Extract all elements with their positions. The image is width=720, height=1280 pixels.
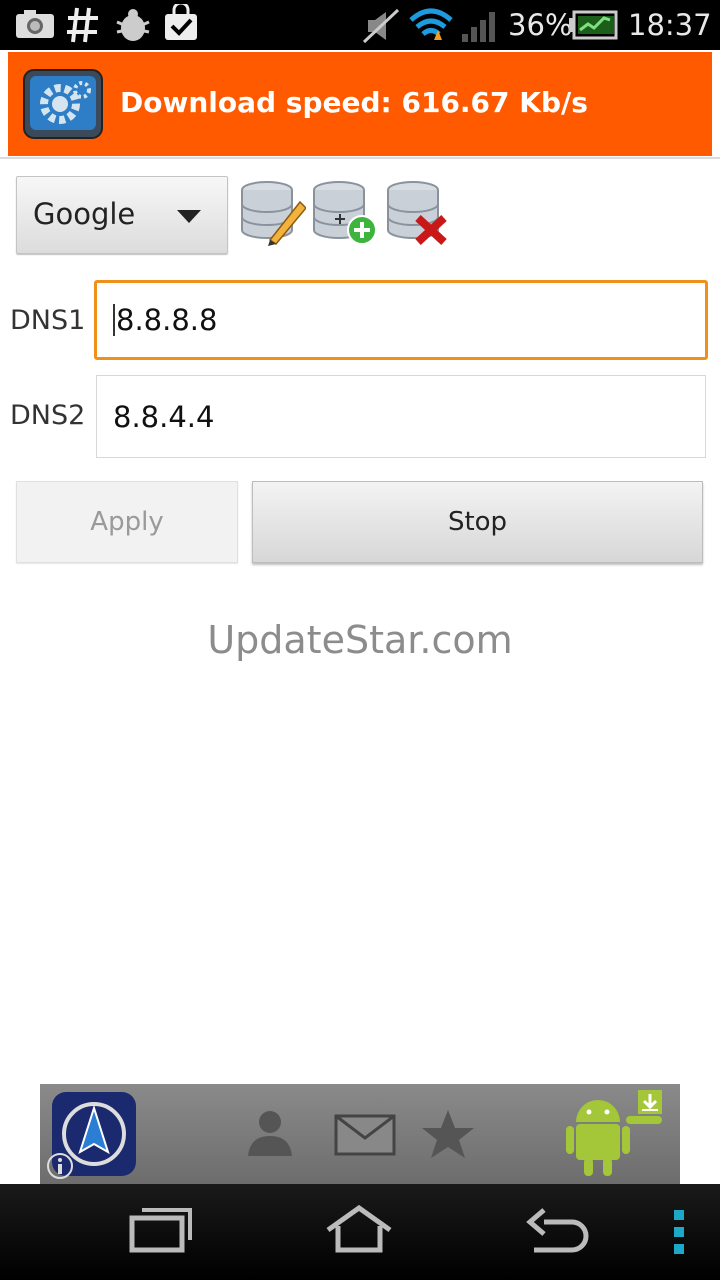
dns2-field[interactable]: 8.8.4.4 (96, 375, 706, 458)
watermark: UpdateStar.com (207, 618, 513, 662)
add-database-icon[interactable] (312, 180, 380, 246)
header-divider (0, 157, 720, 159)
star-icon[interactable] (420, 1108, 476, 1160)
nav-bar (0, 1184, 720, 1280)
dns2-label: DNS2 (10, 400, 86, 431)
menu-icon[interactable] (672, 1208, 688, 1256)
edit-database-icon[interactable] (240, 180, 306, 246)
recent-apps-icon[interactable] (128, 1204, 192, 1256)
provider-selected: Google (33, 197, 136, 231)
status-bar: 36% 18:37 (0, 0, 720, 50)
back-icon[interactable] (526, 1204, 592, 1256)
dns2-value: 8.8.4.4 (113, 399, 215, 434)
shopping-bag-check-icon (165, 4, 197, 40)
mute-icon (362, 8, 400, 44)
signal-icon (462, 12, 495, 42)
provider-dropdown[interactable]: Google (16, 176, 228, 254)
battery-percent: 36% (508, 8, 573, 42)
screenshot-icon (16, 10, 54, 38)
apply-button[interactable]: Apply (16, 481, 238, 563)
text-caret (113, 304, 115, 336)
wifi-icon (409, 8, 453, 40)
chevron-down-icon (177, 210, 201, 223)
hash-icon (67, 7, 98, 43)
home-icon[interactable] (324, 1204, 394, 1256)
stop-button[interactable]: Stop (252, 481, 703, 563)
bug-icon (116, 9, 150, 41)
gear-settings-icon (23, 69, 103, 139)
mail-icon[interactable] (334, 1114, 396, 1156)
ad-banner[interactable] (40, 1084, 680, 1184)
dns1-label: DNS1 (10, 305, 86, 336)
app-header: Download speed: 616.67 Kb/s (8, 52, 712, 156)
clock: 18:37 (628, 8, 712, 42)
dns1-value: 8.8.8.8 (116, 303, 218, 337)
download-speed-title: Download speed: 616.67 Kb/s (120, 86, 588, 119)
delete-database-icon[interactable] (386, 180, 450, 246)
battery-icon (569, 10, 618, 40)
info-icon[interactable] (46, 1152, 74, 1180)
dns1-field[interactable]: 8.8.8.8 (94, 280, 708, 360)
android-download-icon[interactable] (562, 1088, 666, 1180)
person-icon[interactable] (244, 1108, 296, 1158)
